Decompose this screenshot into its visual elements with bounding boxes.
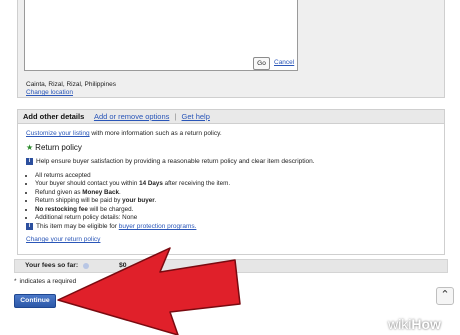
wikihow-watermark: wikiHow xyxy=(388,316,441,332)
red-arrow-overlay xyxy=(57,247,241,335)
arrow-icon xyxy=(57,247,241,335)
